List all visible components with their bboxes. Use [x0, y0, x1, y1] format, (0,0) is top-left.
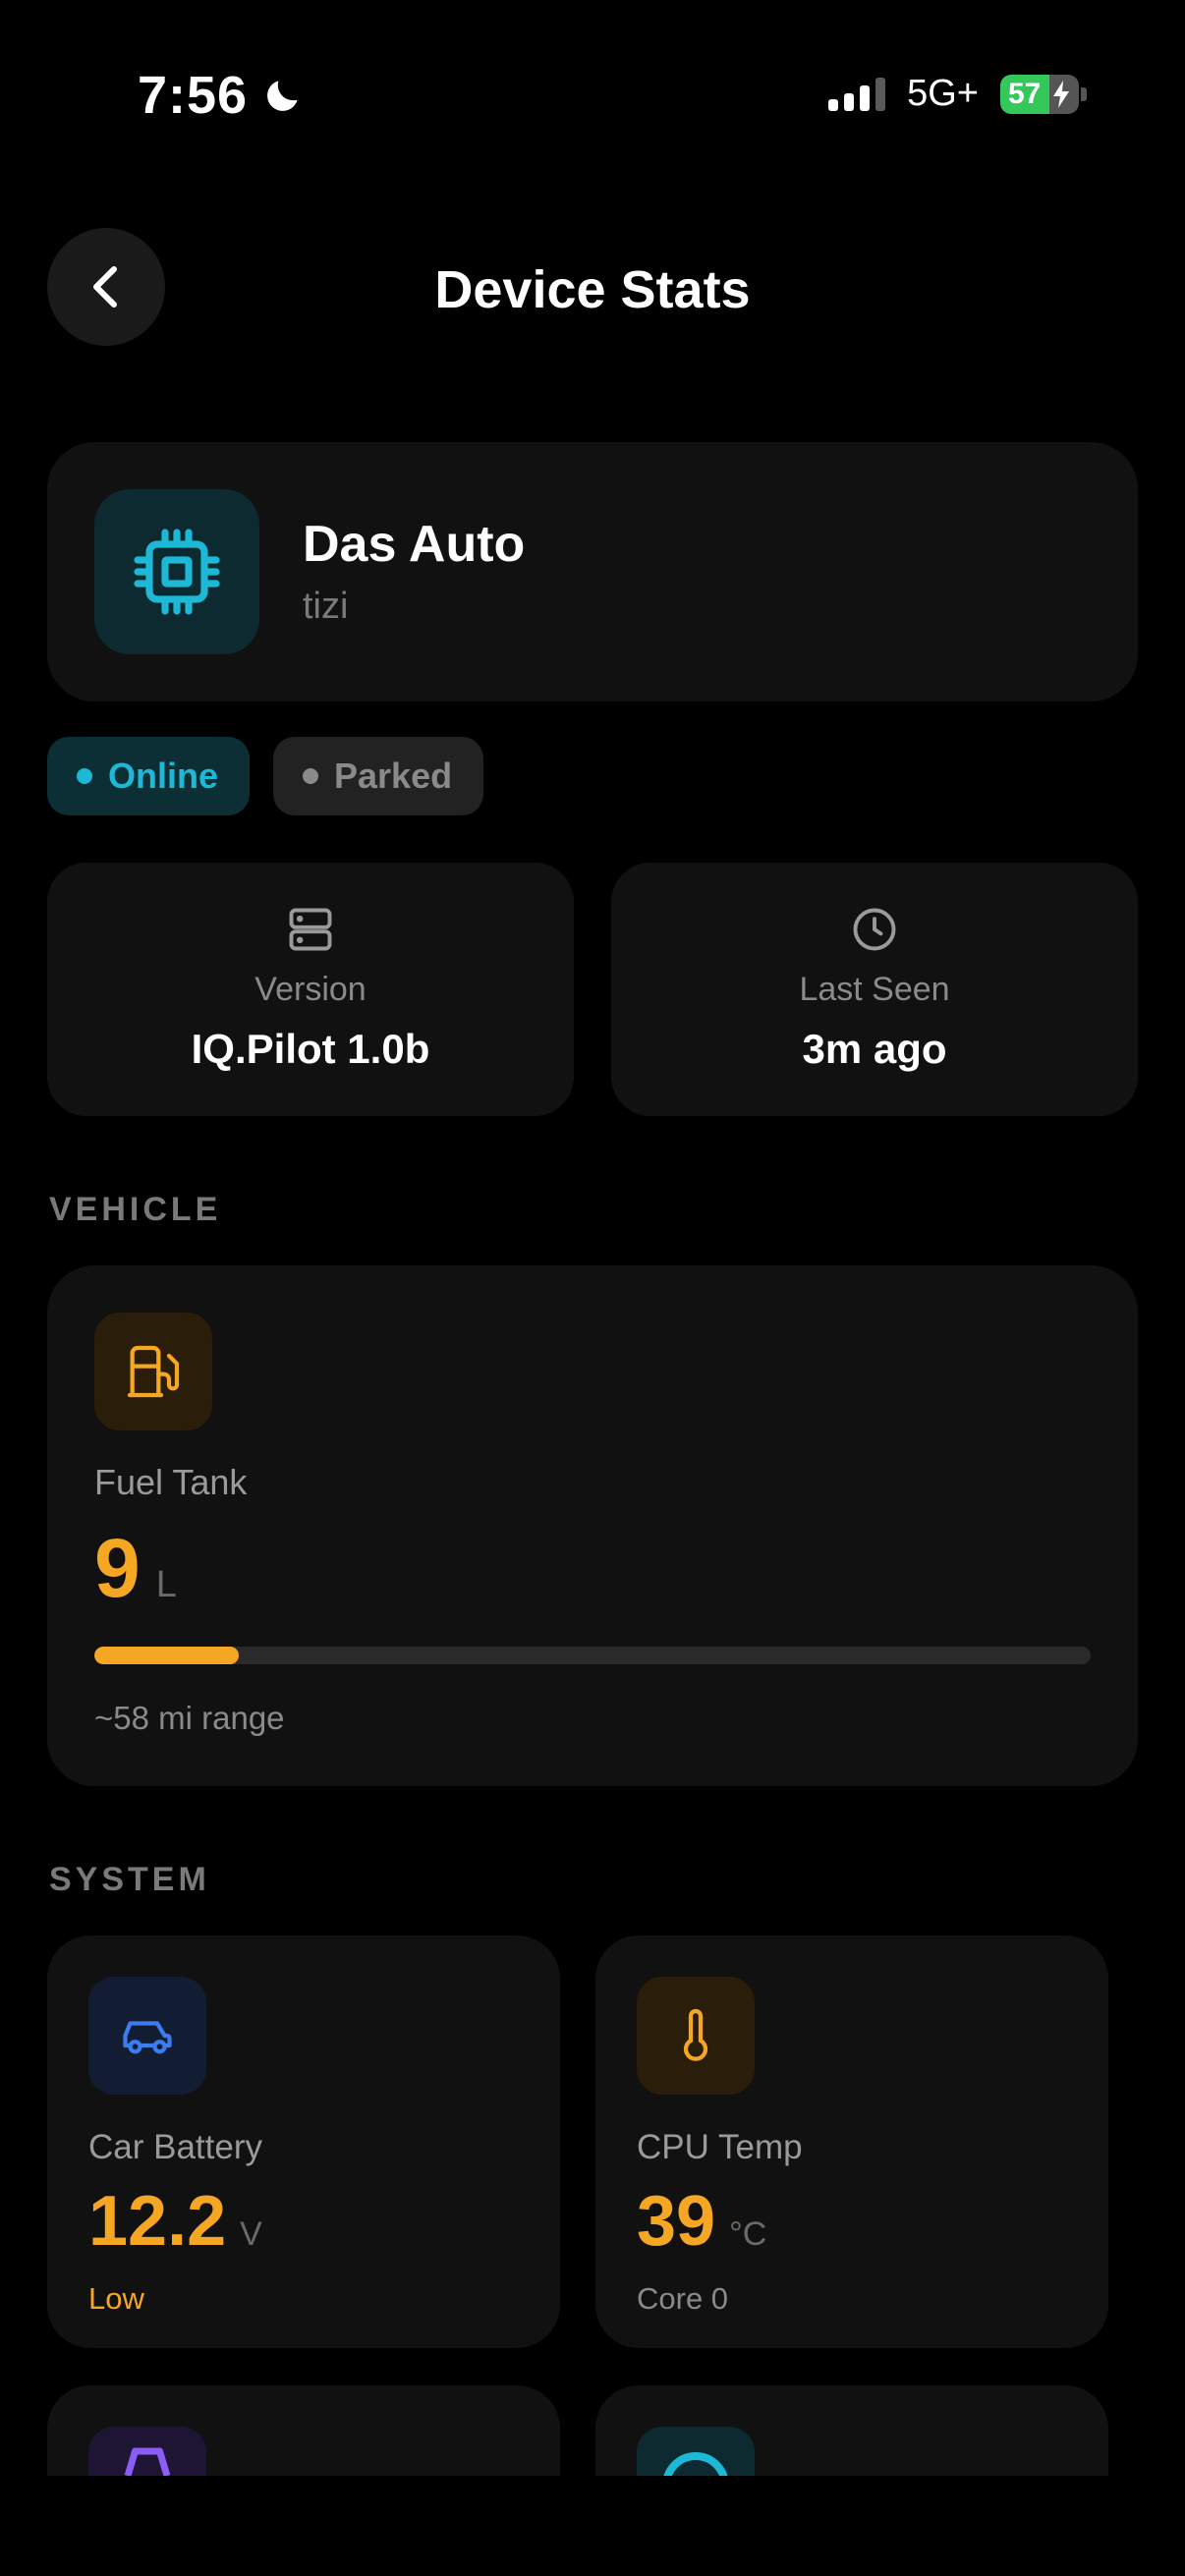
section-label-vehicle: VEHICLE	[49, 1191, 222, 1228]
badge-label: Parked	[334, 756, 453, 796]
cpu-temp-value: 39 °C	[637, 2181, 766, 2262]
battery-icon: 57	[1000, 74, 1087, 114]
status-bar: 7:56 5G+ 57	[0, 0, 1185, 196]
last-seen-label: Last Seen	[799, 971, 950, 1008]
fuel-level-fill	[94, 1647, 240, 1664]
car-battery-unit: V	[240, 2215, 262, 2253]
cpu-temp-number: 39	[637, 2182, 716, 2261]
fuel-range: ~58 mi range	[94, 1700, 285, 1736]
thermometer-icon-box	[637, 1977, 755, 2095]
clock-text: 7:56	[138, 66, 249, 125]
cpu-temp-core: Core 0	[637, 2281, 729, 2316]
fuel-amount: 9	[94, 1522, 141, 1614]
device-card: Das Auto tizi	[47, 442, 1138, 701]
system-card-partial	[595, 2385, 1108, 2484]
fuel-value: 9 L	[94, 1521, 177, 1616]
fuel-tank-card: Fuel Tank 9 L ~58 mi range	[47, 1265, 1138, 1786]
fuel-level-bar	[94, 1647, 1091, 1664]
device-name: Das Auto	[303, 516, 526, 573]
fuel-pump-icon	[127, 1345, 180, 1398]
section-label-system: SYSTEM	[49, 1861, 210, 1898]
cpu-temp-title: CPU Temp	[637, 2128, 803, 2166]
status-dot	[303, 768, 319, 784]
version-value: IQ.Pilot 1.0b	[191, 1026, 430, 1072]
car-battery-title: Car Battery	[88, 2128, 262, 2166]
device-model: tizi	[303, 586, 349, 627]
car-battery-value: 12.2 V	[88, 2181, 262, 2262]
cpu-chip-icon	[134, 529, 220, 615]
car-icon	[123, 2021, 172, 2054]
bottom-area	[0, 2476, 1185, 2576]
cellular-signal-icon	[828, 77, 886, 111]
moon-icon	[267, 81, 298, 111]
fuel-icon-box	[94, 1313, 212, 1430]
last-seen-card: Last Seen 3m ago	[611, 863, 1138, 1116]
clock-icon	[853, 908, 896, 951]
page-title: Device Stats	[434, 260, 751, 319]
status-dot	[77, 768, 92, 784]
badge-label: Online	[108, 756, 219, 796]
system-card-partial	[47, 2385, 560, 2484]
version-card: Version IQ.Pilot 1.0b	[47, 863, 574, 1116]
device-stats-screen: 7:56 5G+ 57 Device Stats Das Auto tizi O…	[0, 0, 1185, 2576]
server-icon	[289, 908, 332, 951]
fuel-title: Fuel Tank	[94, 1462, 248, 1502]
fuel-unit: L	[155, 1564, 177, 1605]
cpu-temp-card: CPU Temp 39 °C Core 0	[595, 1935, 1108, 2348]
status-time: 7:56	[138, 65, 305, 126]
version-label: Version	[254, 971, 367, 1008]
battery-level: 57	[1008, 77, 1042, 110]
last-seen-value: 3m ago	[802, 1026, 947, 1072]
device-icon-box	[94, 489, 259, 654]
car-battery-status: Low	[88, 2281, 144, 2316]
thermometer-icon	[683, 2008, 708, 2061]
status-badge-parked: Parked	[273, 737, 484, 815]
charging-bolt-icon	[1053, 80, 1069, 108]
cpu-temp-unit: °C	[729, 2215, 767, 2253]
car-battery-card: Car Battery 12.2 V Low	[47, 1935, 560, 2348]
nav-header: Device Stats	[0, 228, 1185, 350]
status-badges: Online Parked	[47, 737, 484, 815]
status-badge-online: Online	[47, 737, 251, 815]
car-icon-box	[88, 1977, 206, 2095]
network-type: 5G+	[907, 73, 979, 114]
car-battery-voltage: 12.2	[88, 2182, 227, 2261]
status-indicators: 5G+ 57	[828, 73, 1087, 115]
